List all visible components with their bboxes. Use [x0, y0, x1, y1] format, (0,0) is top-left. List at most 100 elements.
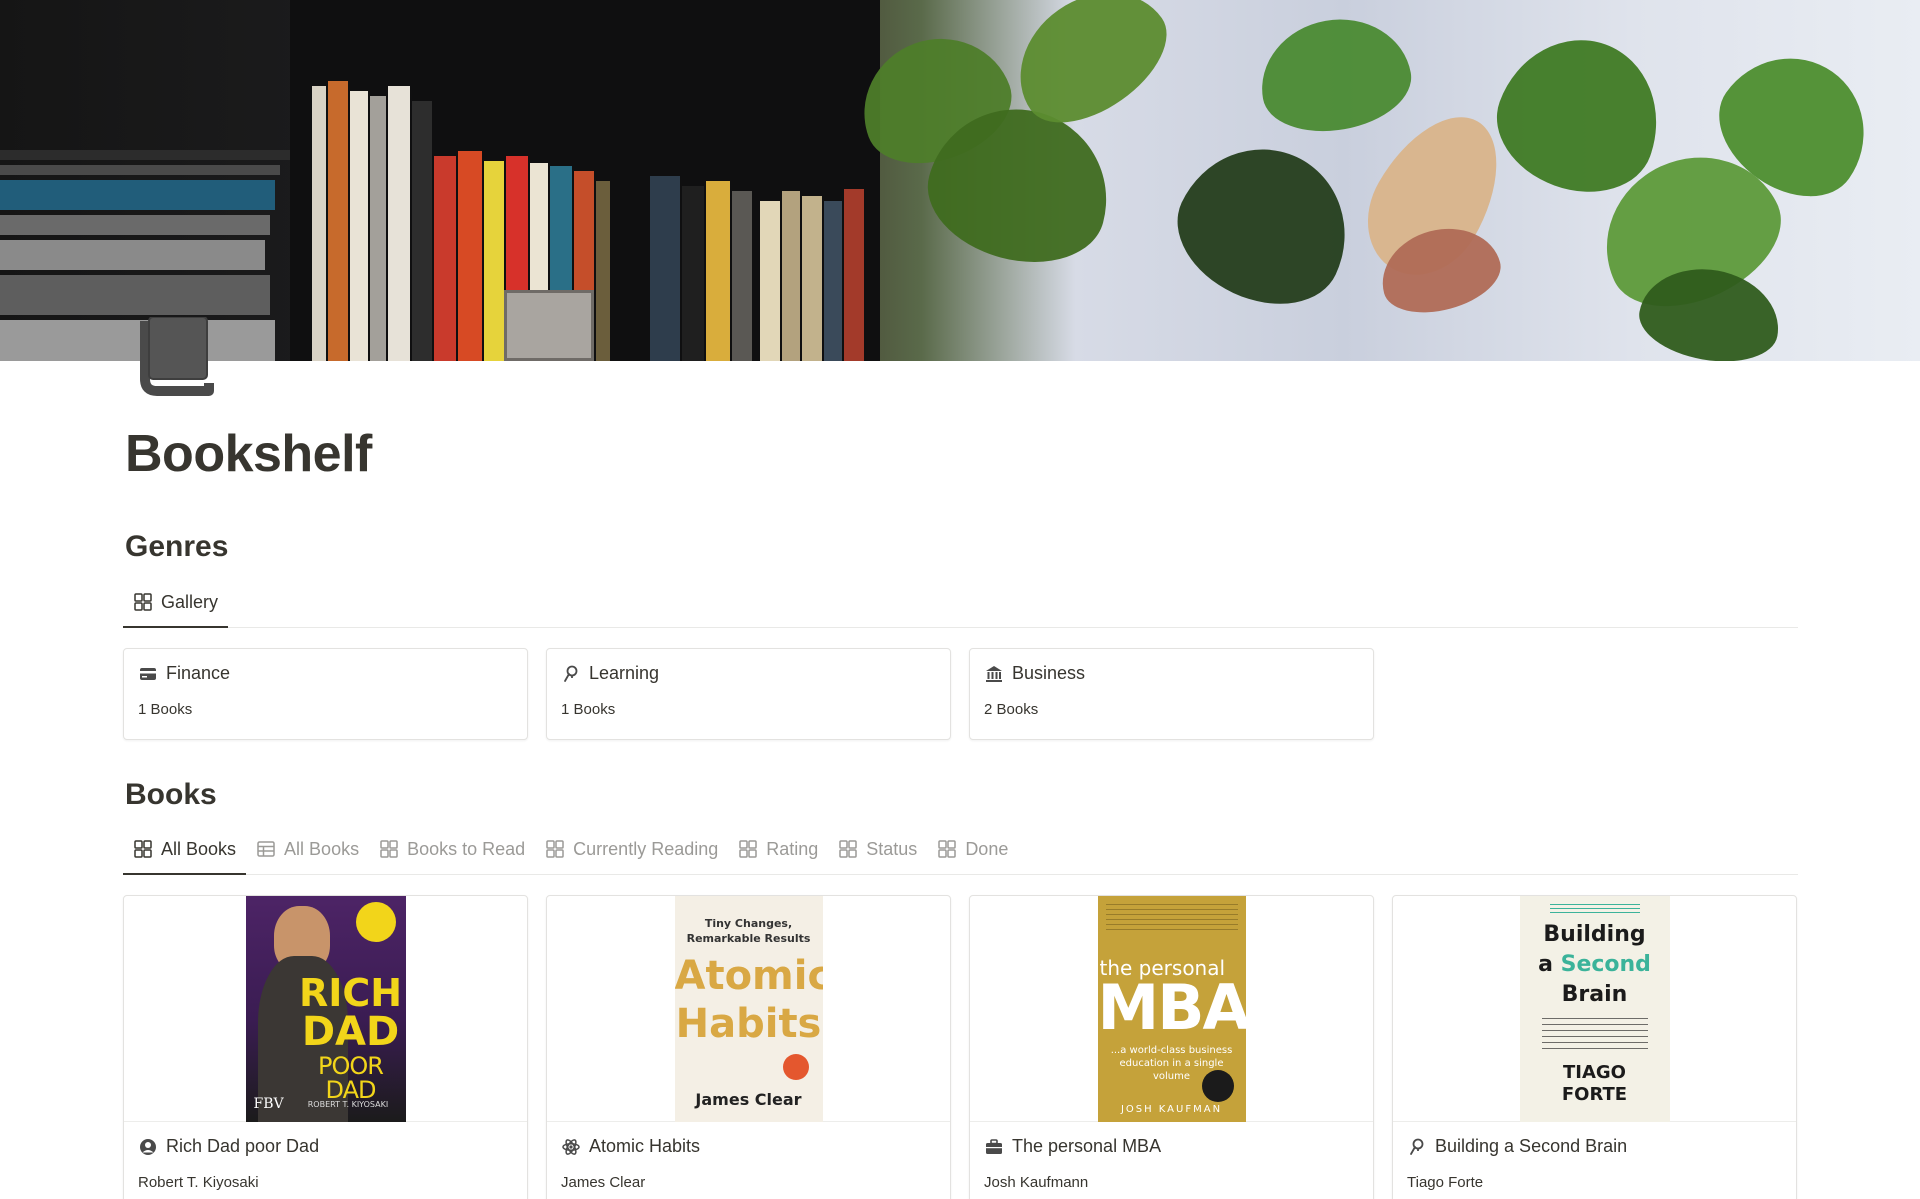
cover-spine — [328, 81, 348, 361]
gallery-icon — [838, 839, 858, 859]
pin-icon — [561, 664, 581, 684]
tab-all-books-gallery[interactable]: All Books — [123, 825, 247, 875]
book-title: Rich Dad poor Dad — [166, 1136, 320, 1156]
bank-icon — [984, 664, 1004, 684]
genre-count: 1 Books — [138, 701, 193, 718]
cover-text: Building — [1543, 922, 1646, 947]
gallery-icon — [133, 839, 153, 859]
cover-stack — [0, 165, 280, 175]
cover-badge — [782, 1054, 809, 1080]
tab-label: Status — [866, 838, 918, 859]
cover-fineprint — [1541, 1018, 1648, 1052]
gallery-icon — [738, 839, 758, 859]
book-card-personal-mba[interactable]: the personal MBA ...a world-class busine… — [969, 895, 1374, 1199]
cover-text: Atomic — [674, 953, 823, 999]
cover-leaf — [1156, 121, 1374, 329]
cover-spine — [412, 101, 432, 361]
cover-spine — [760, 201, 780, 361]
book-card-atomic-habits[interactable]: Tiny Changes, Remarkable Results Atomic … — [546, 895, 951, 1199]
cover-badge — [1201, 1070, 1234, 1102]
book-author: Josh Kaufmann — [984, 1174, 1089, 1191]
book-author: Tiago Forte — [1407, 1174, 1484, 1191]
tab-currently-reading[interactable]: Currently Reading — [535, 825, 728, 873]
tab-gallery[interactable]: Gallery — [123, 578, 229, 628]
book-cover-image: Tiny Changes, Remarkable Results Atomic … — [674, 896, 823, 1122]
cover-text: Habits — [675, 1001, 822, 1047]
person-circle-icon — [138, 1137, 158, 1157]
cover-spine — [732, 191, 752, 361]
cover-text: James Clear — [695, 1090, 802, 1109]
cover-image — [0, 0, 1920, 361]
genre-count: 2 Books — [984, 701, 1039, 718]
cover-text: ROBERT T. KIYOSAKI — [307, 1100, 389, 1109]
cover-spine — [458, 151, 482, 361]
cover-fineprint — [1549, 904, 1640, 914]
book-cover-area: the personal MBA ...a world-class busine… — [970, 896, 1373, 1122]
books-view-tabs: All Books All Books Books to Read Curren… — [123, 825, 1798, 875]
book-title: Atomic Habits — [589, 1136, 701, 1156]
cover-text: JOSH KAUFMAN — [1120, 1104, 1223, 1115]
genre-name: Finance — [166, 663, 231, 683]
tab-all-books-table[interactable]: All Books — [246, 825, 369, 873]
tab-rating[interactable]: Rating — [728, 825, 828, 873]
atom-icon — [561, 1137, 581, 1157]
tab-status[interactable]: Status — [828, 825, 927, 873]
book-cover-area: Building a Second Brain TIAGO FORTE — [1393, 896, 1796, 1122]
tab-label: Books to Read — [407, 838, 526, 859]
briefcase-icon — [984, 1137, 1004, 1157]
book-card-building-second-brain[interactable]: Building a Second Brain TIAGO FORTE Buil… — [1392, 895, 1797, 1199]
tab-label: All Books — [161, 838, 237, 859]
genre-card-finance[interactable]: Finance 1 Books — [123, 648, 528, 740]
book-card-rich-dad[interactable]: RICH DAD POOR DAD FBV ROBERT T. KIYOSAKI… — [123, 895, 528, 1199]
tab-label: Currently Reading — [573, 838, 719, 859]
genres-view-tabs: Gallery — [123, 578, 1798, 628]
cover-stack — [0, 150, 290, 160]
cover-spine — [596, 181, 610, 361]
credit-card-icon — [138, 664, 158, 684]
books-heading: Books — [125, 778, 217, 811]
cover-spine — [844, 189, 864, 361]
tab-label: Gallery — [161, 591, 219, 612]
book-title: Building a Second Brain — [1435, 1136, 1628, 1156]
cover-text: MBA — [1097, 971, 1246, 1044]
book-cover-image: the personal MBA ...a world-class busine… — [1097, 896, 1246, 1122]
cover-spine — [312, 86, 326, 361]
gallery-icon — [545, 839, 565, 859]
book-cover-area: Tiny Changes, Remarkable Results Atomic … — [547, 896, 950, 1122]
cover-stack — [0, 240, 265, 270]
page-title: Bookshelf — [125, 425, 372, 483]
cover-stack — [0, 320, 275, 361]
tab-label: Rating — [766, 838, 819, 859]
cover-spine — [350, 91, 368, 361]
tab-label: All Books — [284, 838, 360, 859]
cover-spine — [682, 186, 704, 361]
cover-spine — [434, 156, 456, 361]
book-title: The personal MBA — [1012, 1136, 1162, 1156]
genre-card-learning[interactable]: Learning 1 Books — [546, 648, 951, 740]
book-cover-image: Building a Second Brain TIAGO FORTE — [1519, 896, 1670, 1122]
genre-card-business[interactable]: Business 2 Books — [969, 648, 1374, 740]
gallery-icon — [133, 592, 153, 612]
book-icon[interactable] — [139, 316, 215, 397]
table-icon — [256, 839, 276, 859]
tab-books-to-read[interactable]: Books to Read — [369, 825, 535, 873]
cover-spine — [782, 191, 800, 361]
genre-name: Business — [1012, 663, 1086, 683]
cover-spine — [484, 161, 504, 361]
cover-text: a Second — [1520, 952, 1670, 977]
cover-spine — [650, 176, 680, 361]
tab-done[interactable]: Done — [927, 825, 1018, 873]
gallery-icon — [937, 839, 957, 859]
cover-fineprint — [1105, 904, 1238, 934]
cover-spine — [388, 86, 410, 361]
cover-text: RICH — [298, 971, 403, 1015]
cover-stack — [0, 275, 270, 315]
cover-badge — [355, 902, 396, 942]
cover-text: POOR DAD — [318, 1052, 384, 1104]
cover-stack — [0, 215, 270, 235]
cover-spine — [824, 201, 842, 361]
cover-leaf — [1251, 7, 1419, 143]
cover-text: FBV — [253, 1096, 284, 1112]
cover-text: Second — [1560, 952, 1651, 977]
cover-text: FORTE — [1561, 1084, 1628, 1105]
